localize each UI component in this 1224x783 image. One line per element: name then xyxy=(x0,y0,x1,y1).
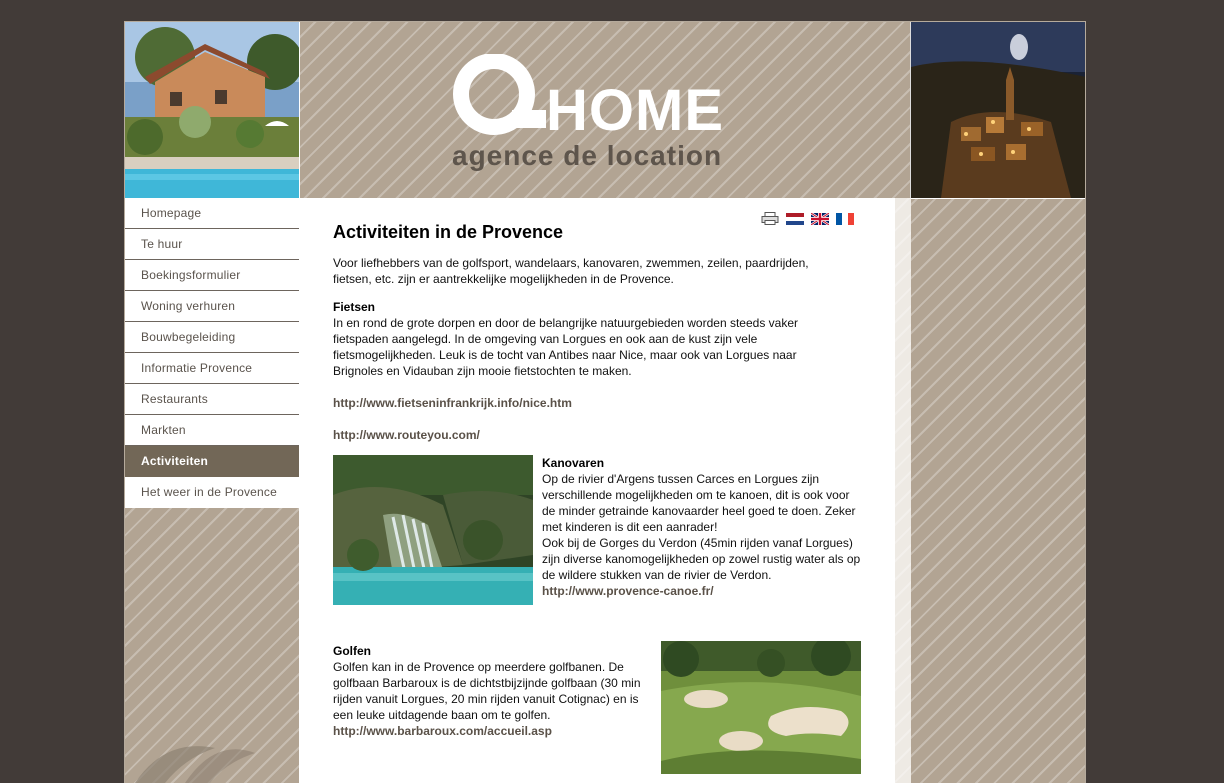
nav-item-woning-verhuren[interactable]: Woning verhuren xyxy=(125,291,299,322)
fietsen-text: In en rond de grote dorpen en door de be… xyxy=(333,316,798,378)
golfen-text: Golfen kan in de Provence op meerdere go… xyxy=(333,660,641,722)
intro-text: Voor liefhebbers van de golfsport, wande… xyxy=(333,256,809,286)
logo-home-text: HOME xyxy=(546,78,724,143)
golf-course-photo xyxy=(661,641,861,774)
print-icon[interactable] xyxy=(761,212,779,225)
golfen-section: Golfen Golfen kan in de Provence op meer… xyxy=(333,643,653,739)
kanovaren-section: Kanovaren Op de rivier d'Argens tussen C… xyxy=(542,455,864,599)
left-navigation: Homepage Te huur Boekingsformulier Wonin… xyxy=(125,198,299,507)
left-decoration xyxy=(125,508,299,783)
logo-subtitle: agence de location xyxy=(452,140,723,171)
page-frame: HOME agence de location Homepage Te huur… xyxy=(124,21,1086,783)
kanovaren-text-1: Op de rivier d'Argens tussen Carces en L… xyxy=(542,472,856,534)
fietsen-heading: Fietsen xyxy=(333,300,376,314)
village-night-photo xyxy=(910,22,1085,198)
kanovaren-link[interactable]: http://www.provence-canoe.fr/ xyxy=(542,584,714,598)
kanovaren-heading: Kanovaren xyxy=(542,456,605,470)
nav-item-homepage[interactable]: Homepage xyxy=(125,198,299,229)
waterfall-photo xyxy=(333,455,533,605)
fietsen-link-1[interactable]: http://www.fietseninfrankrijk.info/nice.… xyxy=(333,395,572,411)
q-logo-icon xyxy=(453,54,546,135)
golfen-heading: Golfen xyxy=(333,644,371,658)
kanovaren-text-2: Ook bij de Gorges du Verdon (45min rijde… xyxy=(542,536,861,582)
nav-item-markten[interactable]: Markten xyxy=(125,415,299,446)
page-title: Activiteiten in de Provence xyxy=(333,222,564,242)
flag-nl-icon[interactable] xyxy=(786,212,804,225)
flag-fr-icon[interactable] xyxy=(836,212,854,225)
flag-uk-icon[interactable] xyxy=(811,212,829,225)
content-edge-decoration xyxy=(895,198,911,783)
golfen-link[interactable]: http://www.barbaroux.com/accueil.asp xyxy=(333,724,552,738)
nav-item-informatie-provence[interactable]: Informatie Provence xyxy=(125,353,299,384)
fietsen-section: Fietsen In en rond de grote dorpen en do… xyxy=(333,299,833,379)
nav-item-het-weer[interactable]: Het weer in de Provence xyxy=(125,477,299,507)
villa-pool-photo xyxy=(125,22,299,198)
fietsen-link-2[interactable]: http://www.routeyou.com/ xyxy=(333,427,480,443)
page-toolbar xyxy=(761,212,854,225)
nav-item-restaurants[interactable]: Restaurants xyxy=(125,384,299,415)
nav-item-te-huur[interactable]: Te huur xyxy=(125,229,299,260)
nav-item-bouwbegeleiding[interactable]: Bouwbegeleiding xyxy=(125,322,299,353)
header-banner: HOME agence de location xyxy=(300,22,910,198)
nav-item-activiteiten[interactable]: Activiteiten xyxy=(125,446,299,477)
nav-item-boekingsformulier[interactable]: Boekingsformulier xyxy=(125,260,299,291)
qhome-logo[interactable]: HOME agence de location xyxy=(450,54,750,179)
right-decoration xyxy=(911,199,1085,783)
